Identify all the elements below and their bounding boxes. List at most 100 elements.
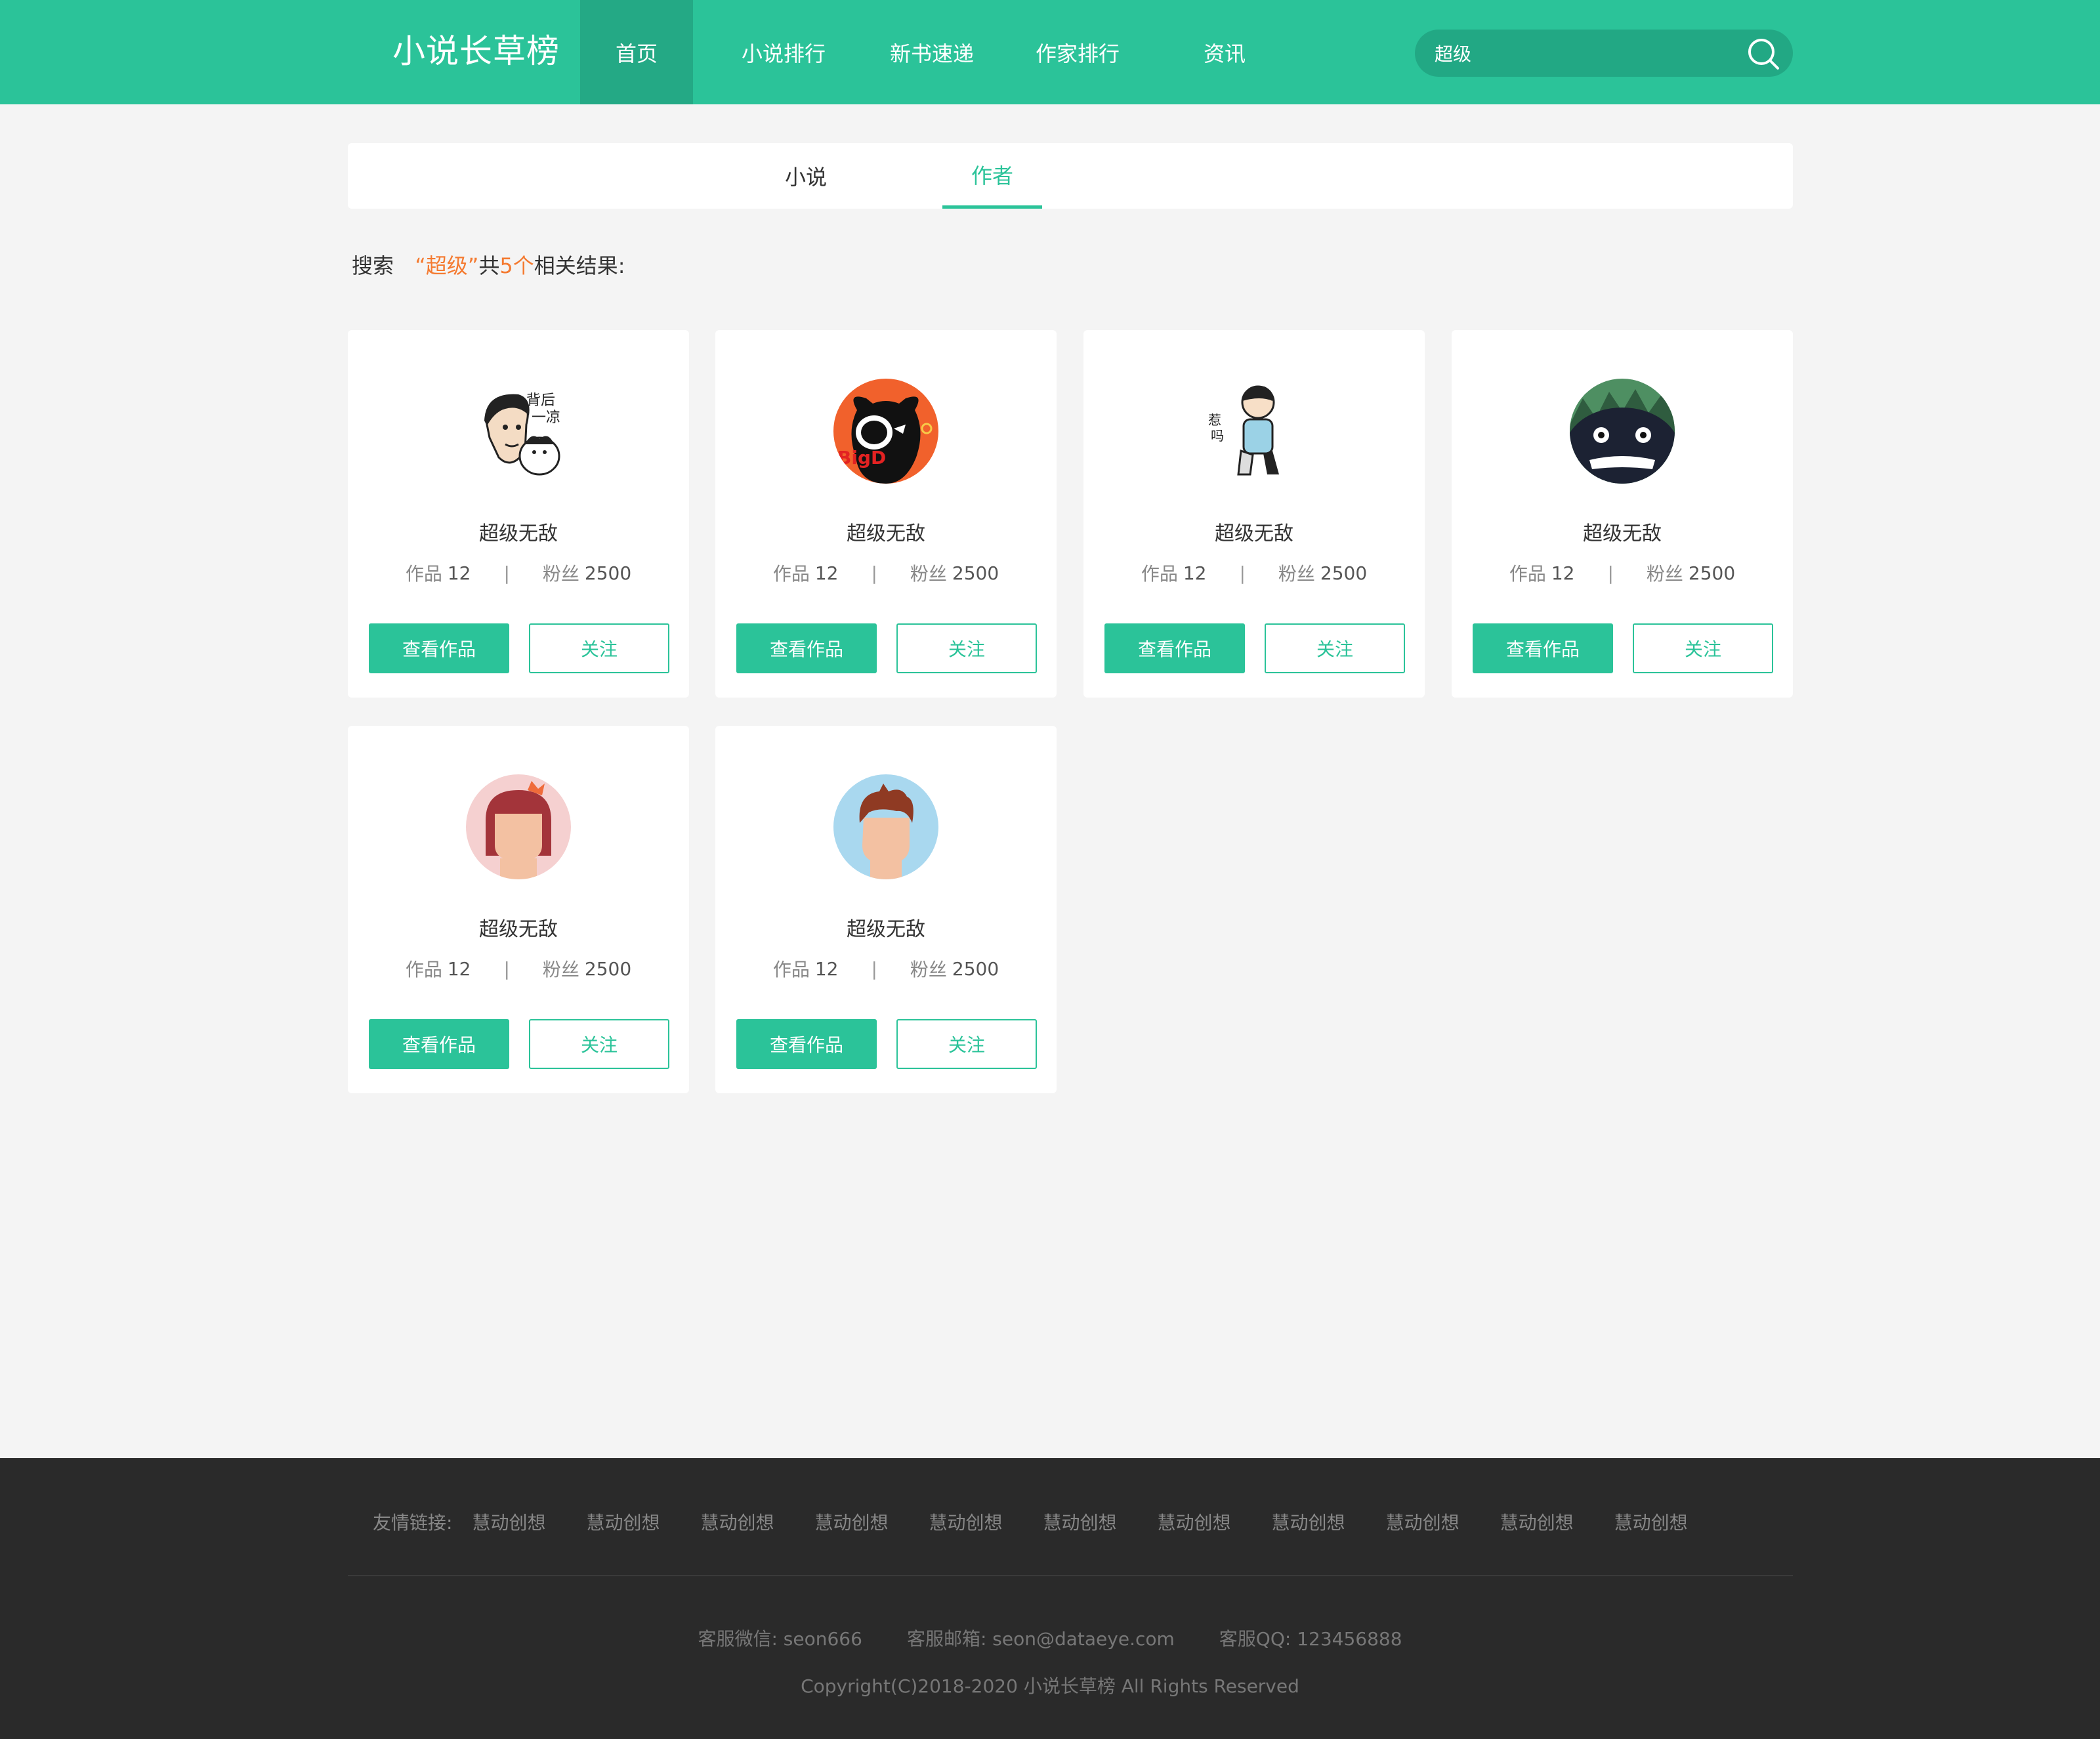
avatar[interactable] (833, 774, 938, 879)
avatar[interactable]: 惹 吗 (1202, 379, 1307, 484)
nav-novel-ranking[interactable]: 小说排行 (727, 0, 840, 104)
avatar[interactable] (1570, 379, 1675, 484)
result-suffix: 相关结果: (534, 253, 625, 278)
nav-author-ranking[interactable]: 作家排行 (1021, 0, 1134, 104)
friend-link[interactable]: 慧动创想 (1043, 1509, 1117, 1535)
svg-text:一凉: 一凉 (532, 409, 560, 426)
friend-link[interactable]: 慧动创想 (1500, 1509, 1574, 1535)
view-works-button[interactable]: 查看作品 (1104, 623, 1245, 673)
friend-link[interactable]: 慧动创想 (1614, 1509, 1688, 1535)
works-label: 作品 (772, 563, 810, 585)
nav-new-books[interactable]: 新书速递 (875, 0, 988, 104)
author-name[interactable]: 超级无敌 (715, 913, 1057, 942)
works-label: 作品 (1141, 563, 1178, 585)
works-label: 作品 (1509, 563, 1546, 585)
email-contact: 客服邮箱: seon@dataeye.com (906, 1628, 1175, 1650)
friend-link[interactable]: 慧动创想 (1272, 1509, 1345, 1535)
svg-text:吗: 吗 (1211, 428, 1224, 444)
stats-divider: | (1607, 562, 1614, 584)
site-logo[interactable]: 小说长草榜 (392, 26, 560, 76)
fans-count: 2500 (1320, 562, 1368, 584)
fans-label: 粉丝 (1278, 563, 1315, 585)
author-name[interactable]: 超级无敌 (1452, 517, 1793, 546)
view-works-button[interactable]: 查看作品 (1473, 623, 1613, 673)
view-works-button[interactable]: 查看作品 (369, 623, 509, 673)
search-icon[interactable] (1746, 36, 1781, 72)
stats-divider: | (503, 957, 510, 980)
follow-button[interactable]: 关注 (896, 1019, 1037, 1069)
qq-contact: 客服QQ: 123456888 (1219, 1628, 1402, 1650)
search-box (1415, 30, 1793, 77)
friend-link[interactable]: 慧动创想 (472, 1509, 545, 1535)
friend-link[interactable]: 慧动创想 (814, 1509, 888, 1535)
wechat-contact: 客服微信: seon666 (698, 1628, 862, 1650)
fans-count: 2500 (584, 562, 632, 584)
friend-link[interactable]: 慧动创想 (586, 1509, 660, 1535)
works-label: 作品 (772, 959, 810, 980)
search-result-summary: 搜索 “超级”共5个相关结果: (352, 249, 625, 282)
footer-divider (348, 1575, 1793, 1576)
contact-info: 客服微信: seon666 客服邮箱: seon@dataeye.com 客服Q… (0, 1625, 2100, 1651)
works-count: 12 (447, 957, 471, 980)
search-tabs: 小说 作者 (348, 143, 1793, 209)
works-count: 12 (1551, 562, 1575, 584)
nav-news[interactable]: 资讯 (1168, 0, 1281, 104)
author-stats: 作品 12 | 粉丝 2500 (348, 955, 689, 982)
author-name[interactable]: 超级无敌 (348, 517, 689, 546)
stats-divider: | (871, 562, 877, 584)
stats-divider: | (871, 957, 877, 980)
avatar[interactable]: 背后 一凉 (466, 379, 571, 484)
works-count: 12 (814, 562, 839, 584)
tab-novel[interactable]: 小说 (756, 143, 856, 209)
works-count: 12 (814, 957, 839, 980)
friend-links: 友情链接: 慧动创想 慧动创想 慧动创想 慧动创想 慧动创想 慧动创想 慧动创想… (373, 1505, 1729, 1538)
follow-button[interactable]: 关注 (1633, 623, 1773, 673)
page-footer: 友情链接: 慧动创想 慧动创想 慧动创想 慧动创想 慧动创想 慧动创想 慧动创想… (0, 1458, 2100, 1739)
follow-button[interactable]: 关注 (896, 623, 1037, 673)
friend-link[interactable]: 慧动创想 (700, 1509, 774, 1535)
search-input[interactable] (1435, 30, 1736, 77)
view-works-button[interactable]: 查看作品 (369, 1019, 509, 1069)
works-label: 作品 (405, 959, 442, 980)
works-count: 12 (447, 562, 471, 584)
stats-divider: | (1239, 562, 1246, 584)
fans-label: 粉丝 (910, 959, 947, 980)
friend-link[interactable]: 慧动创想 (929, 1509, 1003, 1535)
avatar[interactable] (466, 774, 571, 879)
works-label: 作品 (405, 563, 442, 585)
author-name[interactable]: 超级无敌 (1083, 517, 1425, 546)
friend-link[interactable]: 慧动创想 (1158, 1509, 1231, 1535)
author-stats: 作品 12 | 粉丝 2500 (715, 560, 1057, 586)
author-card: 惹 吗 超级无敌 作品 12 | 粉丝 2500 查看作品 关注 (1083, 330, 1425, 698)
follow-button[interactable]: 关注 (529, 623, 669, 673)
author-name[interactable]: 超级无敌 (715, 517, 1057, 546)
author-card: BigD 超级无敌 作品 12 | 粉丝 2500 查看作品 关注 (715, 330, 1057, 698)
fans-label: 粉丝 (1646, 563, 1683, 585)
friend-link[interactable]: 慧动创想 (1386, 1509, 1460, 1535)
author-card: 背后 一凉 超级无敌 作品 12 | 粉丝 2500 查看作品 关注 (348, 330, 689, 698)
author-stats: 作品 12 | 粉丝 2500 (715, 955, 1057, 982)
result-keyword: “超级” (415, 253, 479, 278)
tab-author[interactable]: 作者 (942, 143, 1042, 209)
result-count: 5个 (499, 253, 534, 278)
follow-button[interactable]: 关注 (529, 1019, 669, 1069)
top-header: 小说长草榜 首页 小说排行 新书速递 作家排行 资讯 (0, 0, 2100, 104)
svg-text:背后: 背后 (526, 392, 555, 409)
nav-home[interactable]: 首页 (580, 0, 693, 104)
author-name[interactable]: 超级无敌 (348, 913, 689, 942)
view-works-button[interactable]: 查看作品 (736, 1019, 877, 1069)
svg-text:惹: 惹 (1208, 412, 1221, 428)
result-mid: 共 (478, 253, 500, 278)
author-card: 超级无敌 作品 12 | 粉丝 2500 查看作品 关注 (715, 726, 1057, 1093)
result-prefix: 搜索 (352, 253, 394, 278)
stats-divider: | (503, 562, 510, 584)
fans-label: 粉丝 (542, 563, 579, 585)
friend-links-label: 友情链接: (373, 1512, 453, 1534)
fans-count: 2500 (952, 562, 999, 584)
follow-button[interactable]: 关注 (1265, 623, 1405, 673)
author-stats: 作品 12 | 粉丝 2500 (348, 560, 689, 586)
author-card: 超级无敌 作品 12 | 粉丝 2500 查看作品 关注 (348, 726, 689, 1093)
avatar[interactable]: BigD (833, 379, 938, 484)
author-stats: 作品 12 | 粉丝 2500 (1083, 560, 1425, 586)
view-works-button[interactable]: 查看作品 (736, 623, 877, 673)
